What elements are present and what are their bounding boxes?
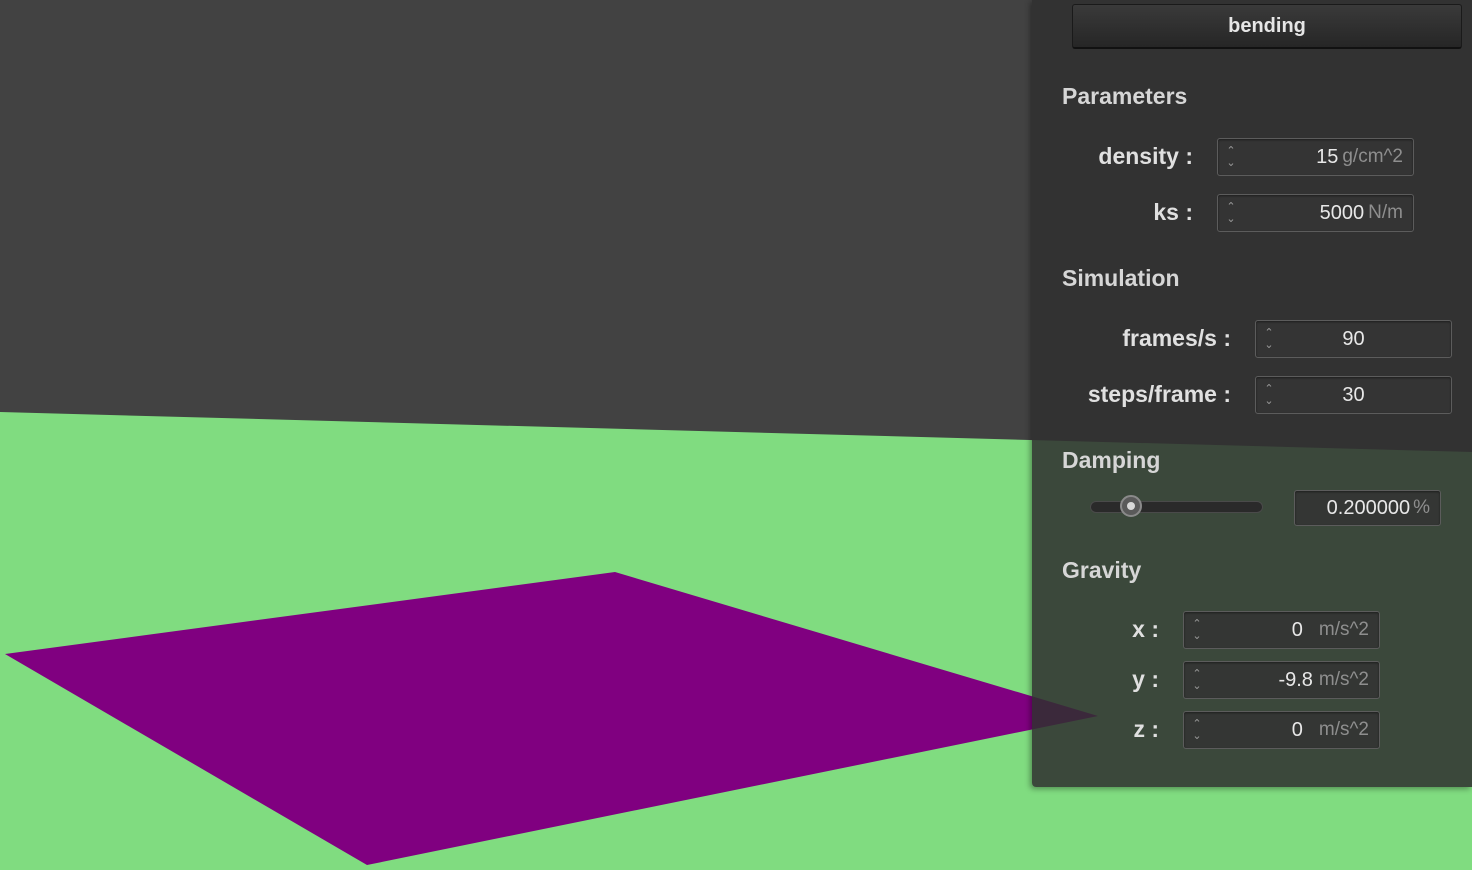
spin-arrows-icon[interactable]: ⌃ ⌄ (1184, 612, 1210, 648)
gravity-title: Gravity (1062, 557, 1142, 583)
ks-spinbox[interactable]: ⌃ ⌄ 5000 N/m (1217, 194, 1414, 232)
density-label: density : (1098, 143, 1193, 169)
ks-unit: N/m (1368, 202, 1403, 223)
mode-button[interactable]: bending (1072, 4, 1462, 49)
simulation-title: Simulation (1062, 265, 1180, 291)
density-spinbox[interactable]: ⌃ ⌄ 15 g/cm^2 (1217, 138, 1414, 176)
density-unit: g/cm^2 (1342, 146, 1403, 167)
gravity-x-spinbox[interactable]: ⌃ ⌄ 0 m/s^2 (1183, 611, 1380, 649)
spin-arrows-icon[interactable]: ⌃ ⌄ (1218, 195, 1244, 231)
spin-arrows-icon[interactable]: ⌃ ⌄ (1218, 139, 1244, 175)
steps-label: steps/frame : (1087, 381, 1231, 407)
gravity-y-label: y : (1132, 666, 1159, 692)
gravity-y-spinbox[interactable]: ⌃ ⌄ -9.8 m/s^2 (1183, 661, 1380, 699)
damping-slider-track[interactable] (1090, 501, 1263, 513)
gravity-z-value[interactable]: 0 (1210, 719, 1319, 742)
damping-title: Damping (1062, 447, 1161, 473)
gravity-z-spinbox[interactable]: ⌃ ⌄ 0 m/s^2 (1183, 711, 1380, 749)
gravity-y-unit: m/s^2 (1318, 669, 1369, 690)
fps-value[interactable]: 90 (1282, 328, 1451, 351)
ks-value[interactable]: 5000 (1244, 202, 1368, 225)
control-panel: bending Parameters density : ⌃ ⌄ 15 g/cm^… (1032, 0, 1472, 787)
damping-unit: % (1413, 497, 1430, 518)
damping-value[interactable]: 0.200000 (1295, 497, 1413, 520)
gravity-y-value[interactable]: -9.8 (1210, 669, 1319, 692)
density-value[interactable]: 15 (1244, 146, 1342, 169)
damping-slider-handle[interactable] (1120, 495, 1143, 517)
spin-arrows-icon[interactable]: ⌃ ⌄ (1184, 712, 1210, 748)
steps-spinbox[interactable]: ⌃ ⌄ 30 (1255, 376, 1452, 414)
parameters-title: Parameters (1062, 83, 1188, 109)
spin-arrows-icon[interactable]: ⌃ ⌄ (1256, 321, 1282, 357)
gravity-x-label: x : (1132, 616, 1159, 642)
spin-arrows-icon[interactable]: ⌃ ⌄ (1256, 377, 1282, 413)
damping-value-field[interactable]: 0.200000 % (1294, 490, 1441, 526)
gravity-x-unit: m/s^2 (1318, 619, 1369, 640)
fps-label: frames/s : (1122, 325, 1231, 351)
ks-label: ks : (1153, 199, 1193, 225)
gravity-x-value[interactable]: 0 (1210, 619, 1319, 642)
fps-spinbox[interactable]: ⌃ ⌄ 90 (1255, 320, 1452, 358)
gravity-z-label: z : (1133, 716, 1159, 742)
steps-value[interactable]: 30 (1282, 384, 1451, 407)
gravity-z-unit: m/s^2 (1318, 719, 1369, 740)
spin-arrows-icon[interactable]: ⌃ ⌄ (1184, 662, 1210, 698)
